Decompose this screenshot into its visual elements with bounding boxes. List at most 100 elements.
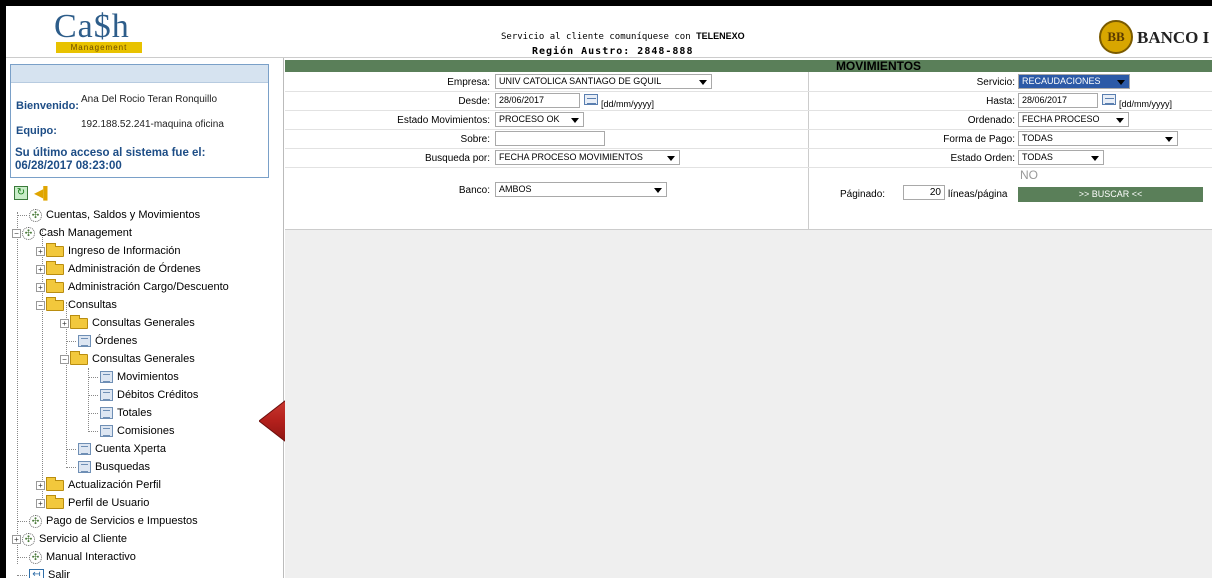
expand-icon[interactable]: + [36,480,45,490]
expand-icon[interactable]: + [36,282,45,292]
estado-orden-select[interactable]: TODAS [1018,150,1104,165]
folder-icon [46,260,64,275]
tree-item-comisiones[interactable]: Comisiones [88,422,174,440]
estado-movimientos-select[interactable]: PROCESO OK [495,112,584,127]
date-format-hint: [dd/mm/yyyy] [1119,99,1173,109]
cash-management-logo[interactable]: Ca$h Management [46,8,156,53]
expand-icon[interactable]: + [12,534,21,544]
expand-icon[interactable]: + [36,246,45,256]
app-window: Ca$h Management Servicio al cliente comu… [6,6,1212,578]
folder-icon [46,494,64,509]
expand-icon[interactable]: + [36,264,45,274]
main-content: MOVIMIENTOS Empresa: UNIV CATOLICA SANTI… [285,60,1212,578]
banco-value: AMBOS [499,184,532,194]
support-line: Servicio al cliente comuníquese con TELE… [501,31,745,42]
no-text: NO [1020,168,1038,182]
collapse-icon[interactable]: − [36,300,45,310]
busqueda-select[interactable]: FECHA PROCESO MOVIMIENTOS [495,150,680,165]
expand-icon[interactable]: + [60,318,69,328]
tree-item-label: Débitos Créditos [117,389,199,401]
tree-item-cuenta-xperta[interactable]: Cuenta Xperta [66,440,166,458]
last-access-text: Su último acceso al sistema fue el: 06/2… [15,147,206,172]
logo-subtitle: Management [56,42,142,53]
tree-item-label: Cuenta Xperta [95,443,166,455]
paginado-input[interactable]: 20 [903,185,945,200]
document-icon [78,443,91,456]
tree-item-pago-servicios[interactable]: ✣ Pago de Servicios e Impuestos [17,512,198,530]
banco-select[interactable]: AMBOS [495,182,667,197]
node-icon: ✣ [29,208,42,222]
tree-item-movimientos[interactable]: Movimientos [88,368,179,386]
tree-item-label: Administración Cargo/Descuento [68,281,229,293]
tree-item-label: Busquedas [95,461,151,473]
document-icon [100,371,113,384]
document-icon [100,407,113,420]
document-icon [100,425,113,438]
tree-item-servicio-cliente[interactable]: + ✣ Servicio al Cliente [12,530,127,548]
tree-item-totales[interactable]: Totales [88,404,152,422]
back-arrow-icon[interactable]: ◀▌ [34,187,52,199]
tree-item-label: Consultas Generales [92,317,195,329]
chevron-down-icon [654,188,662,193]
tree-item-label: Consultas Generales [92,353,195,365]
tree-item-busquedas[interactable]: Busquedas [66,458,150,476]
paginado-value: 20 [929,187,941,198]
tree-item-label: Perfil de Usuario [68,497,150,509]
expand-icon[interactable]: + [36,498,45,508]
tree-item-manual[interactable]: ✣ Manual Interactivo [17,548,136,566]
team-label: Equipo: [16,125,57,137]
empresa-select[interactable]: UNIV CATOLICA SANTIAGO DE GQUIL [495,74,712,89]
bank-name: BANCO I [1137,28,1210,47]
tree-item-actualizacion-perfil[interactable]: + Actualización Perfil [36,476,161,494]
tree-item-consultas[interactable]: − Consultas [36,296,117,314]
node-icon: ✣ [22,532,35,546]
tree-item-ingreso[interactable]: + Ingreso de Información [36,242,181,260]
paginado-suffix: líneas/página [948,189,1008,200]
collapse-icon[interactable]: − [60,354,69,364]
tree-item-perfil-usuario[interactable]: + Perfil de Usuario [36,494,149,512]
user-box-header [11,65,268,83]
chevron-down-icon [699,80,707,85]
tree-item-consultas-generales-1[interactable]: + Consultas Generales [60,314,195,332]
ordenado-select[interactable]: FECHA PROCESO [1018,112,1129,127]
ordenado-label: Ordenado: [967,115,1015,126]
folder-icon [46,278,64,293]
date-format-hint: [dd/mm/yyyy] [601,99,655,109]
refresh-icon[interactable]: ↻ [14,186,28,200]
node-icon: ✣ [29,550,42,564]
tree-item-label: Movimientos [117,371,179,383]
tree-item-cuentas[interactable]: ✣ Cuentas, Saldos y Movimientos [17,206,200,224]
busqueda-label: Busqueda por: [424,153,490,164]
calendar-icon[interactable] [584,94,598,105]
sobre-input[interactable] [495,131,605,146]
tree-item-debitos-creditos[interactable]: Débitos Créditos [88,386,198,404]
tree-item-label: Cash Management [39,227,132,239]
tree-item-admin-ordenes[interactable]: + Administración de Órdenes [36,260,201,278]
forma-pago-value: TODAS [1022,133,1053,143]
estado-movimientos-label: Estado Movimientos: [397,115,490,126]
folder-icon [46,296,64,311]
hasta-input[interactable]: 28/06/2017 [1018,93,1098,108]
tree-item-ordenes[interactable]: Órdenes [66,332,137,350]
tree-item-label: Servicio al Cliente [39,533,128,545]
buscar-button[interactable]: >> BUSCAR << [1018,187,1203,202]
tree-item-salir[interactable]: ↤ Salir [17,566,70,578]
desde-value: 28/06/2017 [499,95,545,105]
tree-item-consultas-generales-2[interactable]: − Consultas Generales [60,350,195,368]
folder-icon [70,350,88,365]
forma-pago-select[interactable]: TODAS [1018,131,1178,146]
tree-item-cash-management[interactable]: − ✣ Cash Management [12,224,132,242]
document-icon [78,335,91,348]
desde-input[interactable]: 28/06/2017 [495,93,580,108]
hasta-value: 28/06/2017 [1022,95,1068,105]
chevron-down-icon [1165,137,1173,142]
servicio-select[interactable]: RECAUDACIONES [1018,74,1130,89]
paginado-label: Páginado: [840,189,886,200]
tree-item-admin-cargo[interactable]: + Administración Cargo/Descuento [36,278,229,296]
calendar-icon[interactable] [1102,94,1116,105]
collapse-icon[interactable]: − [12,228,21,238]
support-brand: TELENEXO [696,31,745,41]
tree-item-label: Administración de Órdenes [68,263,201,275]
document-icon [78,461,91,474]
chevron-down-icon [1091,156,1099,161]
